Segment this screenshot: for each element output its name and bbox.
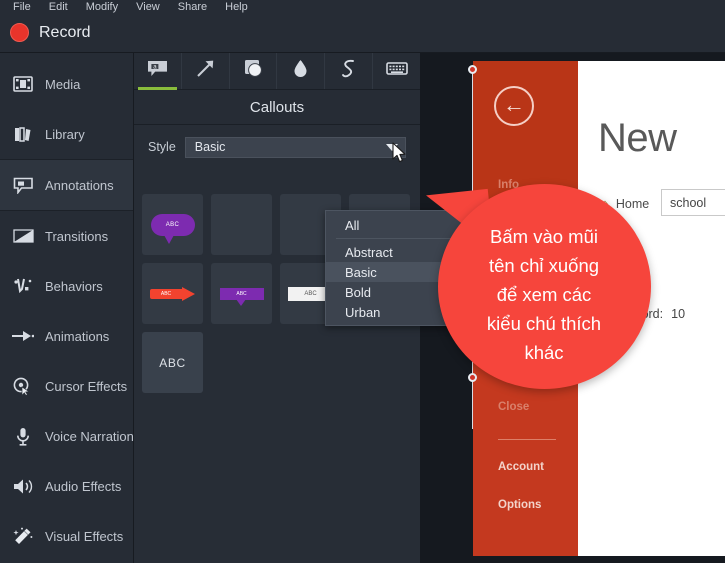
callout-text-line: kiểu chú thích [486, 313, 602, 334]
sidebar-item-library[interactable]: Library [0, 109, 133, 159]
style-dropdown-button[interactable]: Basic [184, 136, 406, 158]
squiggle-icon [340, 59, 357, 84]
callout-bubble-icon [12, 174, 34, 196]
callout-text-line: khác [524, 342, 564, 363]
callout-text-only[interactable]: ABC [142, 332, 203, 393]
sidebar-item-label: Transitions [45, 228, 109, 244]
mouse-cursor-icon [392, 142, 408, 169]
droplet-icon [293, 59, 308, 83]
search-input[interactable]: school [661, 189, 725, 216]
thumb-label: ABC [165, 221, 180, 228]
sidebar-item-behaviors[interactable]: Behaviors [0, 261, 133, 311]
tab-shapes[interactable] [230, 53, 278, 89]
record-bar: Record [0, 13, 725, 53]
tab-arrows[interactable] [182, 53, 230, 89]
left-sidebar: Media Library Annotations Transitions Be… [0, 53, 134, 563]
sidebar-item-cursor-effects[interactable]: Cursor Effects [0, 361, 133, 411]
shapes-icon [244, 59, 263, 83]
annotation-callout-overlay[interactable]: Bấm vào mũi tên chỉ xuống để xem các kiể… [426, 184, 651, 389]
tab-sketch-motion[interactable] [325, 53, 374, 89]
callout-arrow-red[interactable]: ABC [142, 263, 203, 324]
microphone-icon [12, 425, 34, 447]
sidebar-item-label: Cursor Effects [45, 378, 128, 394]
menu-bar: File Edit Modify View Share Help [0, 0, 725, 13]
callouts-panel: a Callouts Style Basic ABC ABC ABC ABC A… [134, 53, 539, 563]
tab-callouts[interactable]: a [134, 53, 182, 90]
selection-handle-top[interactable] [468, 65, 477, 74]
sidebar-item-media[interactable]: Media [0, 59, 133, 109]
menu-item-file[interactable]: File [4, 1, 40, 13]
callout-text-line: tên chỉ xuống [488, 255, 600, 276]
sidebar-item-label: Visual Effects [45, 528, 124, 544]
tab-blur[interactable] [277, 53, 326, 89]
callout-rounded-purple[interactable]: ABC [142, 194, 203, 255]
thumb-preview: ABC [149, 286, 196, 301]
arrow-diagonal-icon [196, 59, 215, 83]
callout-tag-purple[interactable]: ABC [211, 263, 272, 324]
menu-item-help[interactable]: Help [216, 1, 257, 13]
record-dot-icon[interactable] [10, 23, 29, 42]
style-row: Style Basic [134, 132, 420, 162]
sidebar-item-label: Media [45, 76, 81, 92]
sidebar-item-transitions[interactable]: Transitions [0, 211, 133, 261]
menu-item-edit[interactable]: Edit [40, 1, 77, 13]
sidebar-item-visual-effects[interactable]: Visual Effects [0, 511, 133, 561]
books-icon [12, 123, 34, 145]
callout-thumb-2[interactable] [211, 194, 272, 255]
sidebar-item-label: Animations [45, 328, 110, 344]
thumb-label: ABC [236, 290, 247, 297]
panel-title: Callouts [134, 90, 420, 125]
word-count: 10 [671, 306, 686, 321]
sidebar-item-label: Voice Narration [45, 428, 134, 444]
magic-wand-icon [12, 525, 34, 547]
arrow-right-icon [12, 325, 34, 347]
speaker-icon [12, 475, 34, 497]
callout-text: Bấm vào mũi tên chỉ xuống để xem các kiể… [451, 222, 637, 367]
thumb-label: ABC [159, 355, 186, 370]
style-dropdown-value: Basic [194, 140, 226, 154]
annotation-tab-strip: a [134, 53, 420, 90]
record-button-label[interactable]: Record [39, 24, 91, 42]
thumb-label: ABC [304, 290, 317, 297]
thumb-label: ABC [160, 290, 172, 297]
sidebar-item-label: Behaviors [45, 278, 103, 294]
cursor-target-icon [12, 375, 34, 397]
sidebar-item-annotations[interactable]: Annotations [0, 160, 133, 210]
page-title: New [598, 116, 677, 160]
behaviors-icon [12, 275, 34, 297]
thumb-preview: ABC [150, 213, 195, 244]
sidebar-item-label: Audio Effects [45, 478, 122, 494]
transition-icon [12, 225, 34, 247]
sidebar-item-voice-narration[interactable]: Voice Narration [0, 411, 134, 461]
rail-item-close[interactable]: Close [498, 401, 529, 413]
callout-text-line: để xem các [496, 284, 592, 305]
rail-item-options[interactable]: Options [498, 499, 541, 511]
style-label: Style [148, 140, 176, 154]
back-arrow-icon[interactable]: ← [494, 86, 534, 126]
sidebar-item-label: Annotations [45, 177, 114, 193]
callout-bubble-icon: a [147, 60, 168, 82]
menu-item-modify[interactable]: Modify [77, 1, 127, 13]
menu-item-view[interactable]: View [127, 1, 169, 13]
sidebar-item-label: Library [45, 126, 85, 142]
rail-item-account[interactable]: Account [498, 461, 544, 473]
tab-keystroke-callouts[interactable] [373, 53, 420, 89]
callout-text-line: Bấm vào mũi [490, 226, 598, 247]
screenshot-root: File Edit Modify View Share Help Record … [0, 0, 725, 563]
film-strip-icon [12, 73, 34, 95]
rail-divider [498, 439, 556, 440]
menu-item-share[interactable]: Share [169, 1, 216, 13]
thumb-preview: ABC [159, 356, 185, 370]
thumb-preview: ABC [219, 287, 264, 306]
search-input-value: school [670, 195, 707, 210]
sidebar-item-animations[interactable]: Animations [0, 311, 133, 361]
keyboard-icon [385, 61, 408, 81]
sidebar-item-audio-effects[interactable]: Audio Effects [0, 461, 133, 511]
